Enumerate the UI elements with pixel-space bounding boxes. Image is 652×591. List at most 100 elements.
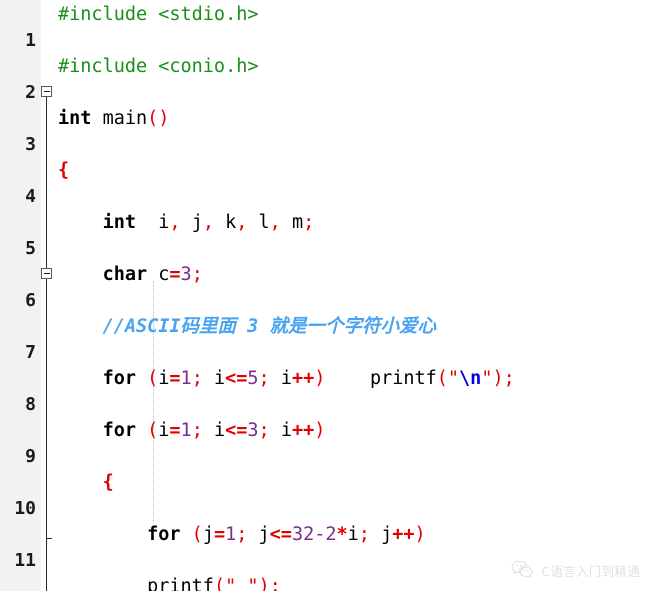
line-content: {	[58, 158, 69, 184]
token-semicolon: ;	[258, 420, 270, 441]
token-paren-open: (	[147, 108, 159, 129]
code-line[interactable]: 7 //ASCII码里面 3 就是一个字符小爱心	[0, 314, 652, 363]
token-var-k: k	[225, 212, 237, 233]
line-number: 1	[25, 30, 36, 51]
token-preprocessor: #include <stdio.h>	[58, 4, 259, 25]
token-paren-open: (	[436, 368, 448, 389]
code-line[interactable]: 8 for (i=1; i<=5; i++) printf("\n");	[0, 366, 652, 415]
token-number: 1	[180, 420, 192, 441]
code-line[interactable]: 5 int i, j, k, l, m;	[0, 210, 652, 259]
token-preprocessor: #include <conio.h>	[58, 56, 259, 77]
token-var-j: j	[381, 524, 393, 545]
line-content: //ASCII码里面 3 就是一个字符小爱心	[58, 314, 436, 340]
token-keyword-for: for	[147, 524, 181, 545]
code-line[interactable]: 6 char c=3;	[0, 262, 652, 311]
token-paren-close: )	[492, 368, 504, 389]
token-number: 32	[291, 524, 315, 545]
code-line[interactable]: 10 {	[0, 470, 652, 519]
code-line[interactable]: 12 printf(" ");	[0, 574, 652, 591]
token-brace-open: {	[102, 472, 114, 493]
token-var-i: i	[213, 420, 226, 441]
line-content: for (i=1; i<=3; i++)	[58, 418, 326, 444]
token-var-j: j	[258, 524, 270, 545]
token-var-i: i	[158, 368, 170, 389]
line-number: 3	[25, 134, 36, 155]
token-le: <=	[269, 524, 292, 545]
token-increment: ++	[392, 524, 415, 545]
token-quote: "	[247, 576, 259, 591]
fold-marker-line-4[interactable]	[41, 86, 52, 97]
line-content: for (j=1; j<=32-2*i; j++)	[58, 522, 426, 548]
token-semicolon: ;	[191, 368, 203, 389]
token-var-l: l	[258, 212, 270, 233]
code-editor[interactable]: 1 #include <stdio.h> 2 #include <conio.h…	[0, 0, 652, 591]
token-var-i: i	[158, 420, 170, 441]
token-var-j: j	[202, 524, 214, 545]
code-line[interactable]: 2 #include <conio.h>	[0, 54, 652, 103]
line-content: #include <conio.h>	[58, 54, 258, 80]
token-paren-close: )	[314, 368, 326, 389]
token-paren-close: )	[314, 420, 326, 441]
line-content: for (i=1; i<=5; i++) printf("\n");	[58, 366, 515, 392]
line-number: 6	[25, 290, 36, 311]
token-function-main: main	[102, 108, 148, 129]
token-assign: =	[169, 420, 181, 441]
token-keyword-for: for	[102, 368, 136, 389]
token-escape-newline: \n	[459, 368, 482, 389]
token-number: 3	[247, 420, 259, 441]
line-number: 8	[25, 394, 36, 415]
token-assign: =	[213, 524, 226, 545]
token-number: 3	[180, 264, 192, 285]
token-comma: ,	[236, 212, 248, 233]
token-comma: ,	[269, 212, 281, 233]
token-string-space	[236, 576, 247, 591]
token-var-i: i	[158, 212, 170, 233]
token-paren-close: )	[414, 524, 426, 545]
line-content: char c=3;	[58, 262, 203, 288]
token-paren-close: )	[258, 576, 270, 591]
token-minus: -	[314, 524, 326, 545]
line-content: int i, j, k, l, m;	[58, 210, 315, 236]
token-increment: ++	[291, 368, 315, 389]
token-keyword-int: int	[58, 108, 92, 129]
code-line[interactable]: 1 #include <stdio.h>	[0, 2, 652, 51]
token-quote: "	[225, 576, 237, 591]
token-comment: //ASCII码里面 3 就是一个字符小爱心	[102, 316, 436, 337]
token-semicolon: ;	[269, 576, 281, 591]
token-var-i: i	[213, 368, 226, 389]
token-var-m: m	[291, 212, 304, 233]
token-number: 5	[247, 368, 259, 389]
code-line[interactable]: 11 for (j=1; j<=32-2*i; j++)	[0, 522, 652, 571]
token-semicolon: ;	[358, 524, 370, 545]
token-multiply: *	[336, 524, 348, 545]
line-number: 2	[25, 82, 36, 103]
token-paren-open: (	[191, 524, 203, 545]
token-brace-open: {	[58, 160, 70, 181]
code-line[interactable]: 4 {	[0, 158, 652, 207]
token-keyword-char: char	[102, 264, 148, 285]
token-function-printf: printf	[147, 576, 214, 591]
token-le: <=	[225, 368, 248, 389]
line-number: 9	[25, 446, 36, 467]
token-semicolon: ;	[191, 264, 203, 285]
line-number: 5	[25, 238, 36, 259]
token-keyword-for: for	[102, 420, 136, 441]
token-le: <=	[225, 420, 248, 441]
code-line[interactable]: 3 int main()	[0, 106, 652, 155]
token-comma: ,	[169, 212, 181, 233]
token-var-i: i	[347, 524, 359, 545]
token-number: 1	[225, 524, 237, 545]
token-var-i: i	[280, 368, 292, 389]
token-assign: =	[169, 368, 181, 389]
token-semicolon: ;	[258, 368, 270, 389]
line-content: #include <stdio.h>	[58, 2, 258, 28]
line-content: printf(" ");	[58, 574, 281, 591]
token-semicolon: ;	[236, 524, 248, 545]
token-keyword-int: int	[102, 212, 136, 233]
token-quote: "	[481, 368, 493, 389]
code-line[interactable]: 9 for (i=1; i<=3; i++)	[0, 418, 652, 467]
token-var-i: i	[280, 420, 292, 441]
line-number: 4	[25, 186, 36, 207]
token-semicolon: ;	[191, 420, 203, 441]
line-content: {	[58, 470, 114, 496]
